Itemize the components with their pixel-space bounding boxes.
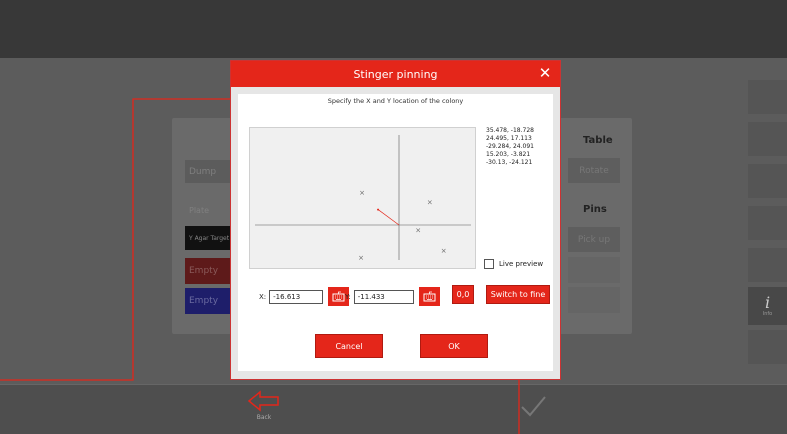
x-input-group: X: -16.613 [259,287,350,306]
info-icon: i [764,293,771,312]
plot-canvas[interactable]: × × × × × [250,128,477,270]
close-icon[interactable]: ✕ [536,64,554,82]
coordinate-entry: 24.495, 17.113 [486,135,532,142]
info-tab: i Info [748,287,787,325]
keyboard-icon [332,291,345,302]
empty-slot-blue: Empty [185,288,233,314]
x-input[interactable]: -16.613 [269,289,324,304]
live-preview-toggle[interactable]: Live preview [484,259,543,269]
side-tab-1 [748,80,787,114]
empty-slot-red: Empty [185,258,233,284]
target-point [377,208,380,211]
target-vector [377,209,400,226]
y-input[interactable]: -11.433 [353,289,414,304]
table-heading: Table [583,135,613,146]
right-slot-1 [568,257,620,283]
y-label: Y: [345,292,351,301]
info-label: Info [762,311,773,317]
colony-marker: × [427,198,433,206]
target-plate-button: Y Agar Target [185,226,233,250]
live-preview-checkbox[interactable] [484,259,494,269]
switch-to-fine-button[interactable]: Switch to fine [486,285,550,304]
dialog-body: Specify the X and Y location of the colo… [238,94,553,371]
back-label: Back [256,414,272,421]
x-label: X: [259,292,267,301]
location-plot[interactable]: × × × × × [249,127,476,269]
dump-button: Dump [185,160,233,183]
live-preview-label: Live preview [499,260,544,268]
cancel-button[interactable]: Cancel [315,334,383,358]
dialog-header: Stinger pinning ✕ [231,61,560,87]
back-arrow-icon [247,390,279,412]
colony-marker: × [358,254,364,262]
right-slot-2 [568,287,620,313]
plate-label: Plate [189,205,210,215]
reset-origin-button[interactable]: 0,0 [452,285,474,304]
back-button: Back [244,390,284,430]
side-tab-2 [748,122,787,156]
side-tab-6 [748,330,787,364]
coordinate-entry: -29.284, 24.091 [486,143,534,150]
coordinate-entry: -30.13, -24.121 [486,159,533,166]
y-keyboard-button[interactable] [418,287,440,306]
pickup-button: Pick up [568,227,620,252]
colony-marker: × [441,247,447,255]
coordinate-entry: 15.203, -3.821 [486,151,531,158]
coordinate-list: 35.478, -18.728 24.495, 17.113 -29.284, … [486,127,534,167]
coordinate-entry: 35.478, -18.728 [486,127,534,134]
colony-marker: × [415,227,421,235]
stinger-pinning-dialog: Stinger pinning ✕ Specify the X and Y lo… [230,60,561,380]
side-tab-4 [748,206,787,240]
side-tab-3 [748,164,787,198]
top-bar [0,0,787,58]
dialog-title: Stinger pinning [353,67,438,81]
check-icon [521,396,546,417]
side-tab-5 [748,248,787,282]
rotate-button: Rotate [568,158,620,183]
instruction-text: Specify the X and Y location of the colo… [327,97,464,105]
keyboard-icon [423,291,436,302]
colony-marker: × [359,189,365,197]
ok-button[interactable]: OK [420,334,488,358]
y-input-group: Y: -11.433 [345,287,440,306]
bottom-bar [0,384,787,434]
pins-heading: Pins [583,204,607,215]
